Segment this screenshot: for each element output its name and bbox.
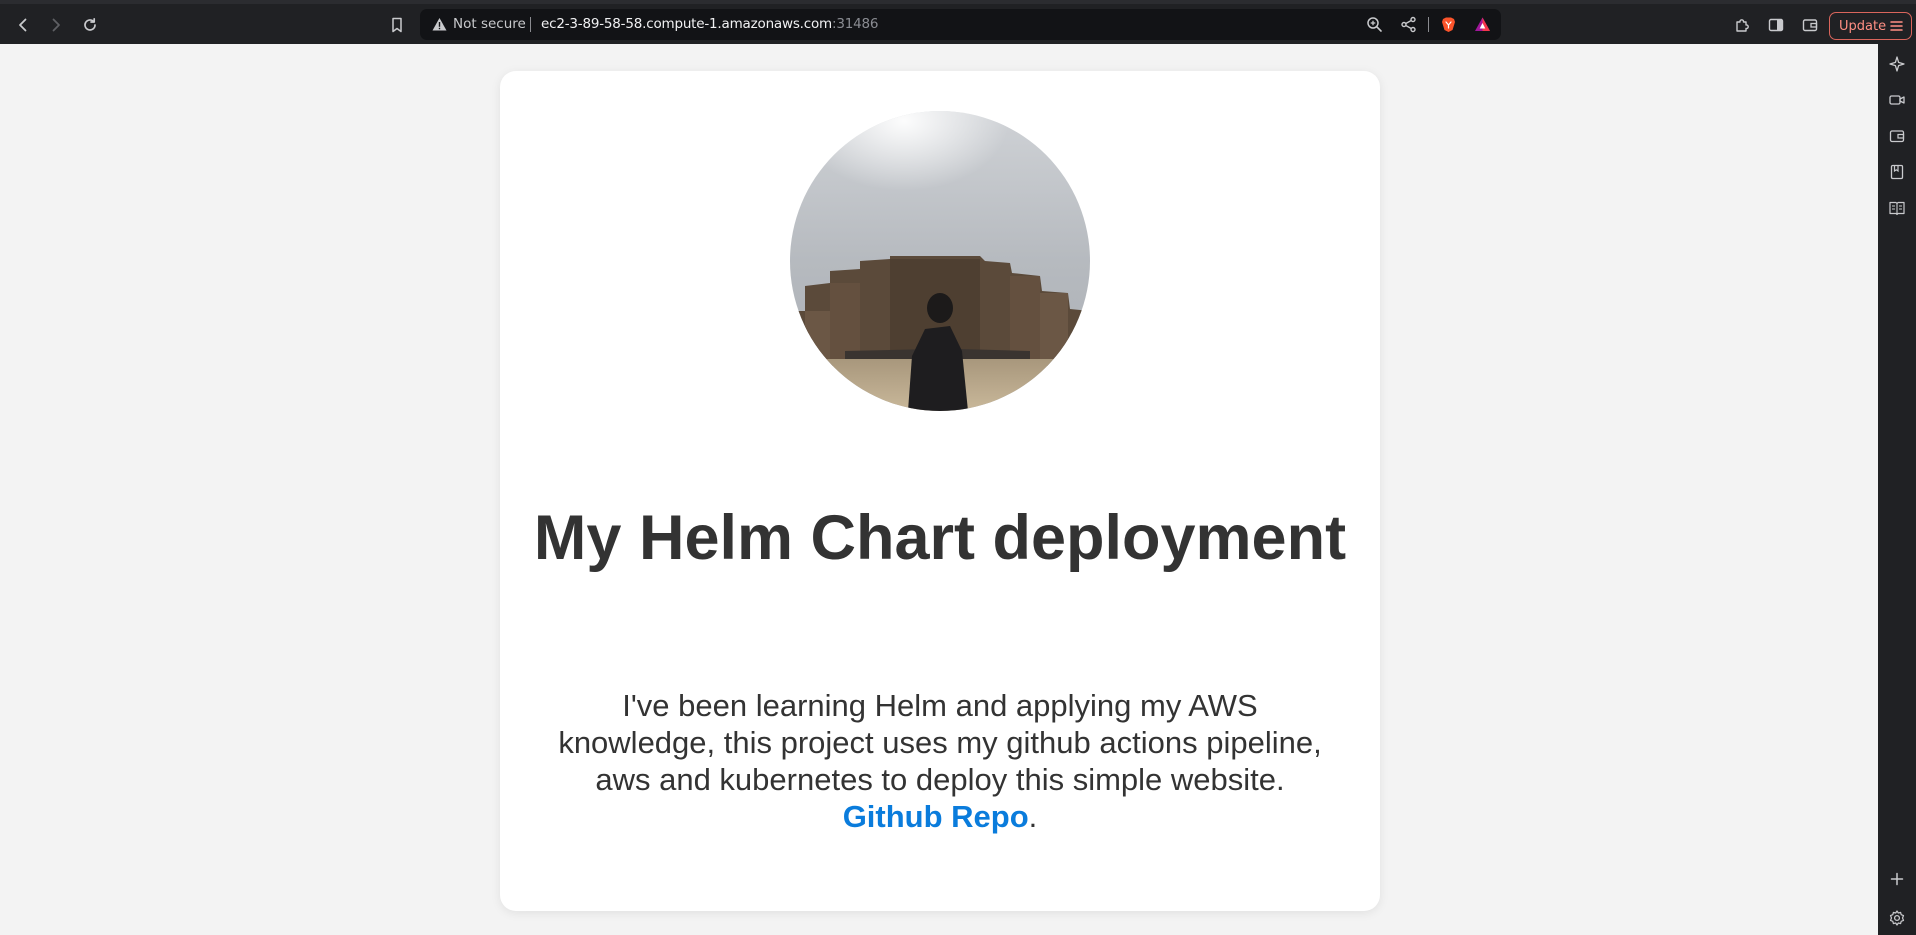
description-text: I've been learning Helm and applying my … <box>558 688 1322 797</box>
reload-button[interactable] <box>77 12 103 38</box>
brave-lion-icon <box>1442 17 1455 32</box>
profile-photo <box>790 111 1090 411</box>
bookmark-icon <box>392 17 402 33</box>
security-label[interactable]: Not secure <box>453 16 526 33</box>
share-button[interactable] <box>1399 15 1418 34</box>
reload-icon <box>84 17 96 31</box>
back-button[interactable] <box>10 12 36 38</box>
wallet-button[interactable] <box>1797 12 1823 38</box>
chevron-right-icon <box>52 18 60 32</box>
plus-icon <box>1890 872 1904 886</box>
link-period: . <box>1028 799 1038 834</box>
page-title: My Helm Chart deployment <box>533 503 1347 573</box>
sidebar-add-button[interactable] <box>1888 870 1906 888</box>
puzzle-icon <box>1736 19 1749 32</box>
video-camera-icon <box>1889 95 1905 105</box>
sidebar-reading-list-button[interactable] <box>1888 199 1906 217</box>
url-host: ec2-3-89-58-58.compute-1.amazonaws.com <box>541 16 832 32</box>
extensions-button[interactable] <box>1729 12 1755 38</box>
sidebar-bookmarks-button[interactable] <box>1888 163 1906 181</box>
sidebar-leo-button[interactable] <box>1888 55 1906 73</box>
sidebar-talk-button[interactable] <box>1888 91 1906 109</box>
url-separator <box>530 17 531 32</box>
wallet-icon <box>1889 130 1905 143</box>
brave-rewards-button[interactable] <box>1473 15 1492 34</box>
forward-button[interactable] <box>43 12 69 38</box>
browser-sidebar <box>1878 44 1916 935</box>
rewards-triangle-icon <box>1475 17 1490 31</box>
hamburger-menu-icon <box>1890 21 1903 31</box>
browser-toolbar: Not secure ec2-3-89-58-58.compute-1.amaz… <box>0 0 1916 44</box>
sidebar-toggle-button[interactable] <box>1763 12 1789 38</box>
warning-icon <box>432 18 447 31</box>
sidebar-icon <box>1768 18 1784 32</box>
project-description: I've been learning Helm and applying my … <box>540 687 1340 835</box>
leo-ai-icon <box>1889 56 1905 72</box>
sidebar-settings-button[interactable] <box>1888 909 1906 927</box>
update-button[interactable]: Update <box>1829 12 1912 40</box>
address-bar[interactable]: Not secure ec2-3-89-58-58.compute-1.amaz… <box>420 9 1501 40</box>
update-label: Update <box>1839 18 1887 34</box>
zoom-in-icon <box>1367 17 1382 32</box>
brave-shields-button[interactable] <box>1439 15 1458 34</box>
github-repo-link[interactable]: Github Repo <box>843 799 1029 834</box>
gear-icon <box>1889 910 1905 926</box>
share-icon <box>1401 16 1416 33</box>
url-port: :31486 <box>832 16 879 32</box>
bookmark-button[interactable] <box>384 12 410 38</box>
avatar <box>790 111 1090 411</box>
zoom-button[interactable] <box>1365 15 1384 34</box>
wallet-icon <box>1802 19 1818 32</box>
reading-list-icon <box>1889 201 1905 216</box>
url-text[interactable]: ec2-3-89-58-58.compute-1.amazonaws.com:3… <box>541 16 878 33</box>
url-divider <box>1428 17 1429 32</box>
chevron-left-icon <box>19 18 27 32</box>
sidebar-wallet-button[interactable] <box>1888 127 1906 145</box>
profile-card: My Helm Chart deployment I've been learn… <box>500 71 1380 911</box>
bookmarks-icon <box>1890 164 1904 180</box>
